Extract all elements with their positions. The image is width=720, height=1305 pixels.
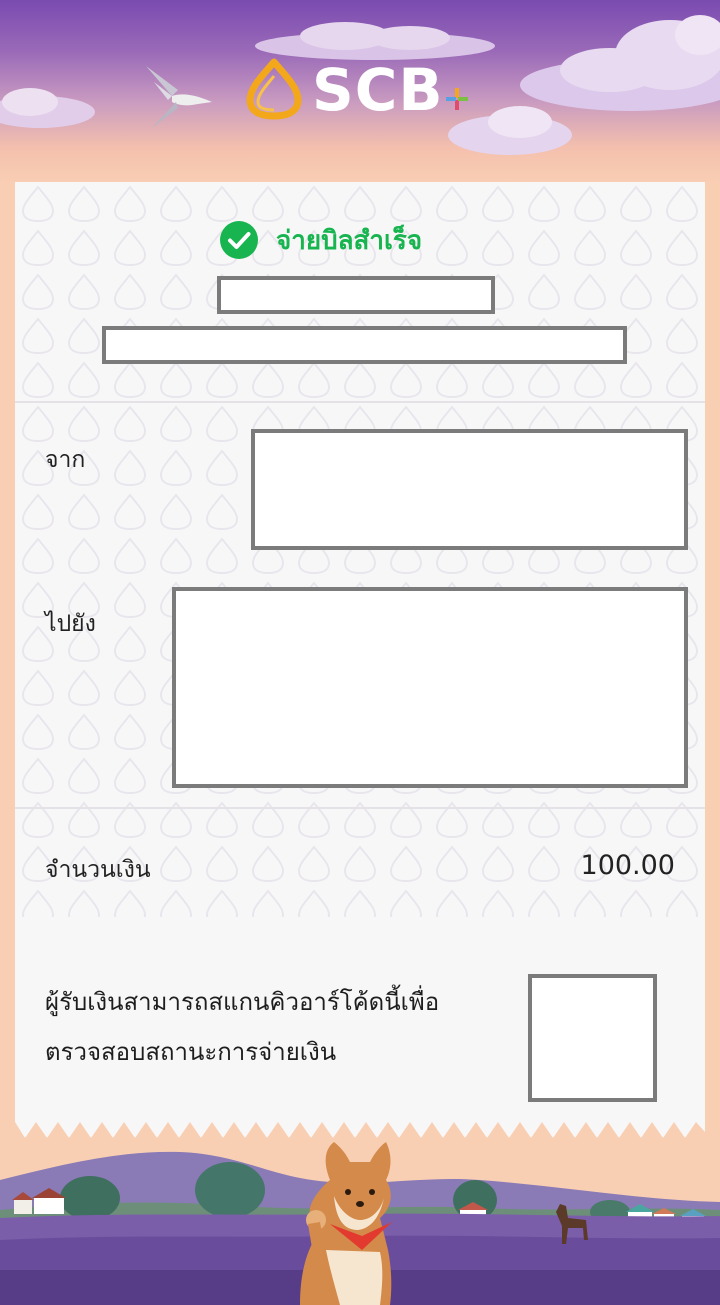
receipt-card: จ่ายบิลสำเร็จ จาก ไปยัง จำนวนเงิน 100.00… xyxy=(15,182,705,1140)
logo-text: SCB xyxy=(312,56,444,124)
divider xyxy=(15,401,705,403)
qr-note-line1: ผู้รับเงินสามารถสแกนคิวอาร์โค้ดนี้เพื่อ xyxy=(45,988,440,1016)
scb-logo-icon xyxy=(246,58,302,120)
amount-value: 100.00 xyxy=(580,850,675,881)
redacted-reference xyxy=(102,326,627,364)
scb-logo: SCB xyxy=(244,56,474,124)
divider xyxy=(15,807,705,809)
amount-label: จำนวนเงิน xyxy=(45,857,151,883)
lavender-field-scene xyxy=(0,1140,720,1305)
receipt-torn-edge xyxy=(15,1120,705,1140)
cloud-icon xyxy=(0,88,95,128)
status-text: จ่ายบิลสำเร็จ xyxy=(276,225,423,256)
bird-icon xyxy=(146,66,212,128)
plus-icon xyxy=(446,88,468,110)
from-label: จาก xyxy=(45,447,86,473)
payment-status: จ่ายบิลสำเร็จ xyxy=(220,220,422,260)
redacted-to-account xyxy=(172,587,688,788)
check-circle-icon xyxy=(220,221,258,259)
header-banner: SCB xyxy=(0,0,720,185)
qr-note-line2: ตรวจสอบสถานะการจ่ายเงิน xyxy=(45,1038,337,1066)
to-label: ไปยัง xyxy=(45,611,96,637)
redacted-qr-code xyxy=(528,974,657,1102)
redacted-from-account xyxy=(251,429,688,550)
qr-note: ผู้รับเงินสามารถสแกนคิวอาร์โค้ดนี้เพื่อ … xyxy=(45,977,495,1077)
redacted-datetime xyxy=(217,276,495,314)
